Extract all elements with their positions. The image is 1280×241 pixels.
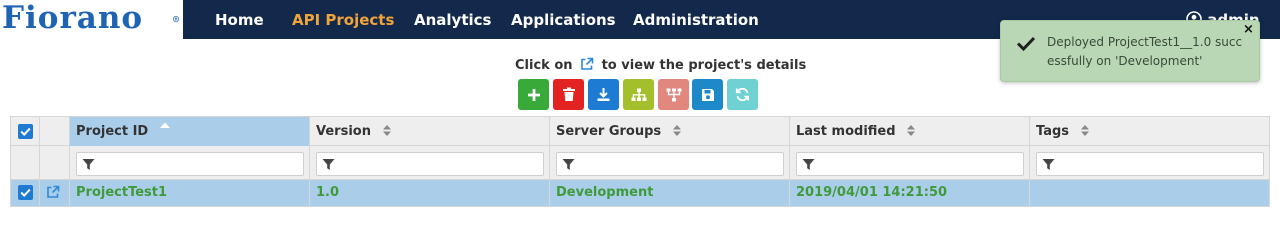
row-checkbox[interactable] [18,185,33,200]
external-link-icon [581,57,594,70]
filter-input-server-groups[interactable] [556,152,784,176]
filter-icon [1042,159,1055,170]
cell-last-modified: 2019/04/01 14:21:50 [796,185,948,200]
filter-icon [82,159,95,170]
flow-icon [666,88,681,101]
refresh-button[interactable] [727,79,758,110]
filter-input-last-modified[interactable] [796,152,1024,176]
sort-icon [907,125,916,136]
nav-api-projects[interactable]: API Projects [292,11,394,29]
sort-icon [1080,125,1089,136]
flow-button[interactable] [658,79,689,110]
column-divider [1029,117,1030,206]
filter-input-version[interactable] [316,152,544,176]
cell-version: 1.0 [316,185,340,200]
table-row[interactable]: ProjectTest1 1.0 Development 2019/04/01 … [11,180,1269,206]
trash-icon [562,87,575,101]
external-link-icon[interactable] [46,185,60,199]
column-header-server-groups[interactable]: Server Groups [550,117,789,146]
delete-project-button[interactable] [553,79,584,110]
add-project-button[interactable] [518,79,549,110]
success-toast: Deployed ProjectTest1__1.0 successfully … [1000,20,1260,82]
hint-suffix: to view the project's details [601,58,807,73]
check-icon [20,188,31,198]
toast-message: Deployed ProjectTest1__1.0 successfully … [1047,35,1243,68]
hierarchy-button[interactable] [623,79,654,110]
filter-icon [562,159,575,170]
filter-input-tags[interactable] [1036,152,1264,176]
column-header-tags[interactable]: Tags [1030,117,1269,146]
save-button[interactable] [692,79,723,110]
sitemap-icon [631,88,646,101]
filter-icon [322,159,335,170]
nav-analytics[interactable]: Analytics [414,11,491,29]
registered-mark: ® [172,14,181,24]
checkmark-icon [1016,36,1036,52]
column-header-project-id[interactable]: Project ID [70,117,309,146]
nav-administration[interactable]: Administration [633,11,759,29]
nav-applications[interactable]: Applications [511,11,616,29]
sort-icon [382,125,391,136]
check-icon [20,127,31,137]
download-icon [597,88,610,101]
cell-server-groups: Development [556,185,654,200]
column-label-project-id: Project ID [76,124,149,139]
filter-row [11,146,1269,180]
column-divider [549,117,550,206]
column-header-last-modified[interactable]: Last modified [790,117,1029,146]
column-label-last-modified: Last modified [796,124,896,139]
cell-tags [1030,180,1036,206]
column-divider [789,117,790,206]
hint-prefix: Click on [515,58,573,73]
logo-text: Fiorano [2,0,144,36]
sort-icon [672,125,681,136]
column-label-version: Version [316,124,371,139]
fiorano-logo[interactable]: Fiorano ® [0,0,183,39]
details-hint: Click on to view the project's details [515,57,806,74]
table-header: Project ID Version Server Groups Last mo… [11,117,1269,146]
column-divider [69,117,70,206]
sort-asc-icon [159,122,170,128]
column-divider [309,117,310,206]
plus-icon [527,88,540,101]
filter-input-project-id[interactable] [76,152,304,176]
column-divider [39,117,40,206]
cell-project-id[interactable]: ProjectTest1 [70,180,167,206]
nav-home[interactable]: Home [215,11,264,29]
projects-table: Project ID Version Server Groups Last mo… [10,116,1270,207]
select-all-checkbox[interactable] [18,124,33,139]
refresh-icon [735,87,750,102]
save-icon [701,88,714,101]
column-label-server-groups: Server Groups [556,124,662,139]
import-project-button[interactable] [588,79,619,110]
toast-close-button[interactable]: × [1243,23,1254,37]
app-root: Fiorano ® Home API Projects Analytics Ap… [0,0,1280,241]
filter-icon [802,159,815,170]
column-header-version[interactable]: Version [310,117,549,146]
column-label-tags: Tags [1036,124,1070,139]
